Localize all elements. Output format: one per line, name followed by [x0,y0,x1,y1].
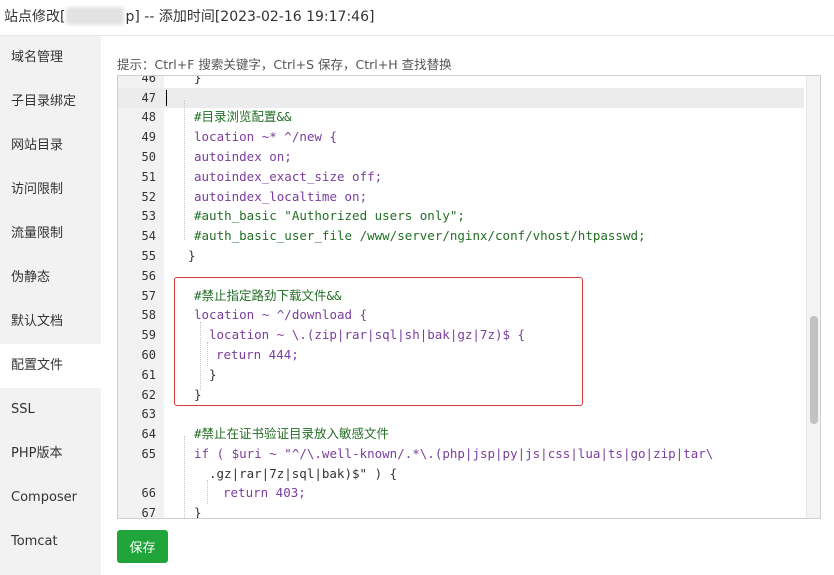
line-number: 60 [141,348,156,362]
sidebar-item-composer[interactable]: Composer [0,476,101,520]
code-comment: #auth_basic_user_file /www/server/nginx/… [194,228,646,243]
code-comment: #auth_basic "Authorized users only"; [194,208,465,223]
code-text: } [194,75,202,85]
sidebar-item-site-directory[interactable]: 网站目录 [0,124,101,168]
sidebar: 域名管理 子目录绑定 网站目录 访问限制 流量限制 伪静态 默认文档 配置文件 … [0,36,101,575]
sidebar-item-domain[interactable]: 域名管理 [0,36,101,80]
code-line: 50 autoindex on; [118,147,804,167]
title-suffix: p] -- 添加时间[2023-02-16 19:17:46] [125,9,375,25]
code-comment: #禁止在证书验证目录放入敏感文件 [194,426,390,441]
code-line: 55 } [118,246,804,266]
code-return: return 403; [223,485,306,500]
code-autoindex: autoindex on; [194,149,292,164]
code-line: 53 #auth_basic "Authorized users only"; [118,206,804,226]
line-number: 58 [141,308,156,322]
redacted-site-name [66,7,125,25]
code-line: 49 location ~* ^/new { [118,127,804,147]
text-cursor [166,90,167,106]
line-number: 57 [141,289,156,303]
code-comment: #目录浏览配置&& [194,109,292,124]
code-line: 46 } [118,75,804,88]
line-number: 61 [141,368,156,382]
line-number: 63 [141,407,156,421]
window-title: 站点修改[ p] -- 添加时间[2023-02-16 19:17:46] [4,6,374,26]
save-button[interactable]: 保存 [117,530,168,563]
code-line: 48 #目录浏览配置&& [118,107,804,127]
sidebar-item-ssl[interactable]: SSL [0,388,101,432]
sidebar-item-tomcat[interactable]: Tomcat [0,520,101,564]
line-number: 50 [141,150,156,164]
editor-scrollbar[interactable] [806,76,820,518]
code-line-wrapped: .gz|rar|7z|sql|bak)$" ) { [118,464,804,484]
line-number: 46 [141,75,156,85]
line-number: 64 [141,427,156,441]
line-number: 49 [141,130,156,144]
code-location-directive: location ~* ^/new { [194,129,337,144]
line-number: 56 [141,269,156,283]
line-number: 51 [141,170,156,184]
code-text: .gz|rar|7z|sql|bak)$" ) { [209,466,398,481]
highlight-annotation-box [174,277,583,406]
code-line: 65 if ( $uri ~ "^/\.well-known/.*\.(php|… [118,444,804,464]
sidebar-item-rewrite[interactable]: 伪静态 [0,256,101,300]
code-line: 51 autoindex_exact_size off; [118,167,804,187]
line-number: 66 [141,486,156,500]
line-number: 59 [141,328,156,342]
code-autoindex-exact-size: autoindex_exact_size off; [194,169,383,184]
code-line-current[interactable]: 47 [118,88,804,108]
code-line: 67 } [118,503,804,519]
line-number: 48 [141,110,156,124]
title-prefix: 站点修改[ [4,9,66,25]
line-number: 54 [141,229,156,243]
code-line: 52 autoindex_localtime on; [118,187,804,207]
code-line: 66 return 403; [118,483,804,503]
line-number: 52 [141,190,156,204]
sidebar-item-default-doc[interactable]: 默认文档 [0,300,101,344]
code-if-uri: if ( $uri ~ "^/\.well-known/.*\.(php|jsp… [194,446,714,461]
indent-guide [184,100,185,240]
line-number: 62 [141,388,156,402]
sidebar-item-subdir-binding[interactable]: 子目录绑定 [0,80,101,124]
sidebar-item-access-limit[interactable]: 访问限制 [0,168,101,212]
line-number: 47 [141,91,156,105]
scrollbar-thumb[interactable] [810,316,818,424]
line-number: 65 [141,447,156,461]
code-line: 63 [118,404,804,424]
sidebar-item-traffic-limit[interactable]: 流量限制 [0,212,101,256]
line-number: 53 [141,209,156,223]
line-number: 67 [141,506,156,519]
indent-guide [184,436,185,518]
sidebar-item-php-version[interactable]: PHP版本 [0,432,101,476]
code-autoindex-localtime: autoindex_localtime on; [194,189,368,204]
sidebar-item-config-file[interactable]: 配置文件 [0,344,101,388]
config-code-editor[interactable]: 46 } 47 48 #目录浏览配置&& 49 location ~* ^/ne… [117,75,821,519]
code-text: } [194,505,202,519]
shortcut-hint: 提示：Ctrl+F 搜索关键字，Ctrl+S 保存，Ctrl+H 查找替换 [117,57,452,72]
line-number: 55 [141,249,156,263]
indent-guide [207,480,208,504]
window-titlebar: 站点修改[ p] -- 添加时间[2023-02-16 19:17:46] [0,0,834,36]
code-line: 64 #禁止在证书验证目录放入敏感文件 [118,424,804,444]
code-text: } [188,248,196,263]
code-line: 54 #auth_basic_user_file /www/server/ngi… [118,226,804,246]
